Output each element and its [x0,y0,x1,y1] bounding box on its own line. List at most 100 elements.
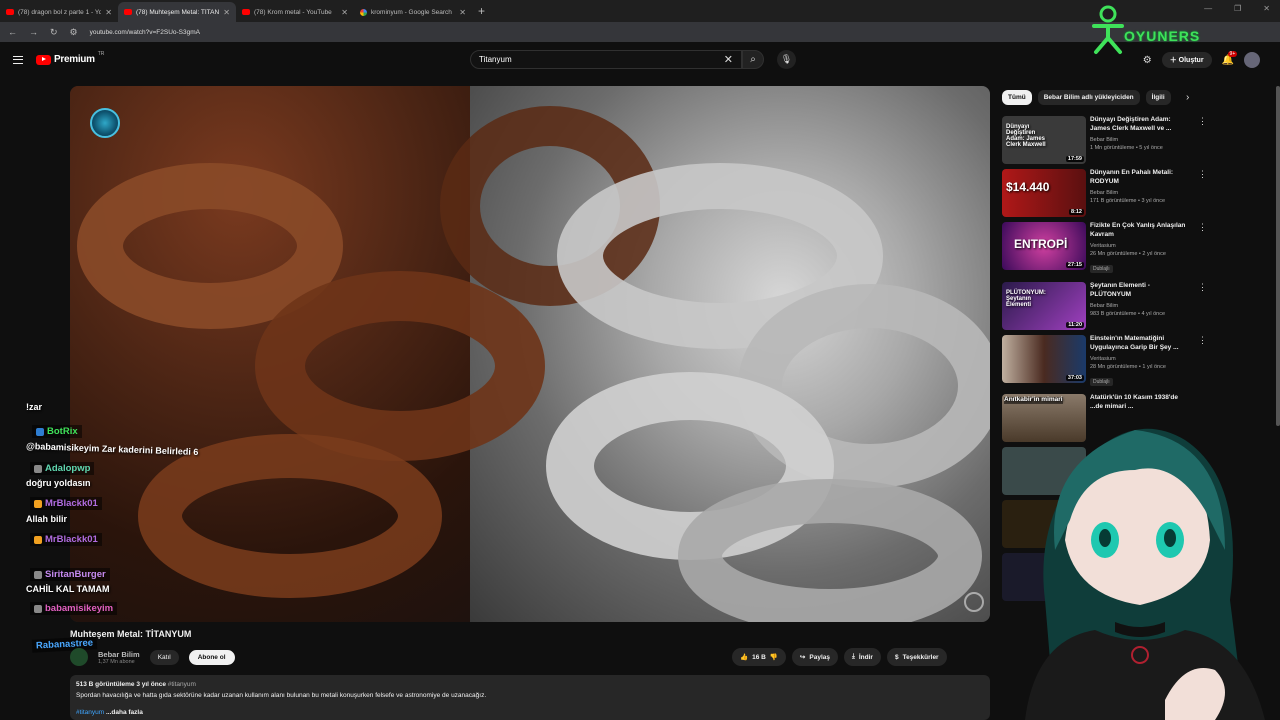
cast-icon[interactable]: ⚙ [1143,55,1152,66]
site-info-icon[interactable]: ⚙ [70,27,78,38]
video-description[interactable]: 513 B görüntüleme 3 yıl önce #titanyum S… [70,675,990,720]
video-player[interactable] [70,86,990,622]
related-chips: Tümü Bebar Bilim adlı yükleyiciden İlgil… [1002,90,1171,105]
hashtag[interactable]: #titanyum [168,681,196,688]
forward-icon[interactable]: → [29,27,38,37]
recommendation-item[interactable]: ENTROPİ 27:15 Fizikte En Çok Yanlış Anlaş… [1002,222,1210,273]
avatar[interactable] [1244,52,1260,68]
chat-username: SiritanBurger [30,568,110,581]
vtuber-avatar-overlay [1025,428,1265,720]
more-options-icon[interactable]: ⋮ [1198,169,1207,219]
user-badge-icon [34,604,42,613]
chat-message: Allah bilir [26,514,68,524]
notifications-icon[interactable]: 🔔 9+ [1222,50,1238,66]
back-icon[interactable]: ← [8,27,17,37]
url-field[interactable]: youtube.com/watch?v=F2SUo-S3gmA [90,29,200,36]
streamer-brand-text: OYUNERS [1124,28,1201,44]
user-badge-icon [34,464,42,473]
video-title: Muhteşem Metal: TİTANYUM [70,629,192,639]
user-badge-icon [34,570,42,579]
video-thumbnail[interactable]: $14.440 8:12 [1002,169,1086,217]
chat-message: CAHİL KAL TAMAM [26,584,110,594]
youtube-play-icon [36,54,51,65]
create-button[interactable]: ＋ Oluştur [1161,52,1212,68]
channel-avatar[interactable] [70,648,88,666]
notification-count: 9+ [1227,50,1238,57]
subscriber-count: 1,37 Mn abone [98,658,135,665]
voice-search-button[interactable]: 🎙 [777,50,796,69]
thanks-button[interactable]: $ Teşekkürler [886,648,947,666]
search-input[interactable]: Titanyum ✕ [470,50,742,69]
browser-tab[interactable]: (78) dragon bol z parte 1 - You ✕ [0,2,118,22]
browser-tab[interactable]: krominyum - Google Search ✕ [354,2,472,22]
more-options-icon[interactable]: ⋮ [1198,222,1207,272]
close-icon[interactable]: ✕ [341,8,348,17]
recommendation-item[interactable]: $14.440 8:12 Dünyanın En Pahalı Metali: R… [1002,169,1210,219]
video-thumbnail[interactable]: Dünyayı Değiştiren Adam: James Clerk Max… [1002,116,1086,164]
video-actions: 👍 16 B 👎 ↪ Paylaş ⤓ İndir $ Teşekkürler [732,648,947,666]
channel-name[interactable]: Bebar Bilim [98,650,140,659]
video-thumbnail[interactable]: PLÜTONYUM: Şeytanın Elementi 11:20 [1002,282,1086,330]
browser-tab-active[interactable]: (78) Muhteşem Metal: TİTANYU ✕ [118,2,236,22]
youtube-icon [6,9,14,15]
youtube-logo[interactable]: Premium TR [36,51,104,65]
chat-message: !zar [26,402,43,412]
search-button[interactable]: ⌕ [742,50,764,69]
video-thumbnail[interactable]: 37:03 [1002,335,1086,383]
chip-all[interactable]: Tümü [1002,90,1032,105]
new-tab-button[interactable]: + [478,4,485,18]
download-button[interactable]: ⤓ İndir [843,648,881,666]
menu-icon[interactable] [13,56,23,64]
branding-watermark-icon[interactable] [964,592,984,612]
recommendation-item[interactable]: Dünyayı Değiştiren Adam: James Clerk Max… [1002,116,1210,166]
chat-message: doğru yoldasın [26,478,91,488]
google-icon [360,8,367,16]
thumbs-up-icon: 👍 [740,654,749,661]
browser-tab[interactable]: (78) Krom metal - YouTube ✕ [236,2,354,22]
subscribe-button[interactable]: Abone ol [188,649,235,665]
more-options-icon[interactable]: ⋮ [1198,116,1207,166]
description-text: Spordan havacılığa ve hatta gıda sektörü… [76,692,487,699]
chevron-right-icon[interactable]: › [1186,92,1189,103]
description-hashtag[interactable]: #titanyum [76,709,104,716]
close-icon[interactable]: ✕ [459,8,466,17]
join-button[interactable]: Katıl [149,649,179,665]
reload-icon[interactable]: ↻ [50,27,58,38]
user-badge-icon [34,535,42,544]
chat-username: MrBlackk01 [30,533,102,546]
bot-badge-icon [36,427,44,436]
recommendation-item[interactable]: PLÜTONYUM: Şeytanın Elementi 11:20 Şeytan… [1002,282,1210,332]
youtube-icon [124,9,132,15]
clear-search-icon[interactable]: ✕ [724,53,733,66]
recommendation-item[interactable]: 37:03 Einstein'ın Matematiğini Uygulayın… [1002,335,1210,386]
channel-watermark-icon [90,108,120,138]
close-icon[interactable]: ✕ [105,8,112,17]
maximize-icon[interactable]: ❐ [1234,4,1241,13]
close-icon[interactable]: ✕ [223,8,230,17]
chip-from-uploader[interactable]: Bebar Bilim adlı yükleyiciden [1037,90,1140,105]
youtube-icon [242,9,250,15]
thanks-icon: $ [894,653,899,661]
chat-username: BotRix [32,425,82,438]
minimize-icon[interactable]: — [1204,4,1212,13]
mic-icon: 🎙 [780,54,793,64]
window-controls: — ❐ ✕ [1204,4,1270,13]
page-scrollbar[interactable] [1276,86,1280,426]
like-button[interactable]: 👍 16 B 👎 [732,648,786,666]
more-options-icon[interactable]: ⋮ [1198,335,1207,385]
search-icon: ⌕ [750,54,756,65]
close-window-icon[interactable]: ✕ [1263,4,1270,13]
channel-row: Bebar Bilim 1,37 Mn abone Katıl Abone ol [70,648,235,666]
chain-illustration [77,106,990,622]
more-options-icon[interactable]: ⋮ [1198,282,1207,332]
chip-related[interactable]: İlgili [1145,90,1171,105]
video-thumbnail[interactable]: ENTROPİ 27:15 [1002,222,1086,270]
view-stats: 513 B görüntüleme 3 yıl önce [76,681,166,688]
thumbs-down-icon[interactable]: 👎 [770,653,778,661]
dubbed-badge: Dublajlı [1090,377,1113,386]
show-more-link[interactable]: ...daha fazla [106,709,143,716]
share-button[interactable]: ↪ Paylaş [791,648,838,666]
dubbed-badge: Dublajlı [1090,264,1113,273]
share-icon: ↪ [799,654,806,661]
chat-username: Adalopwp [30,462,95,475]
